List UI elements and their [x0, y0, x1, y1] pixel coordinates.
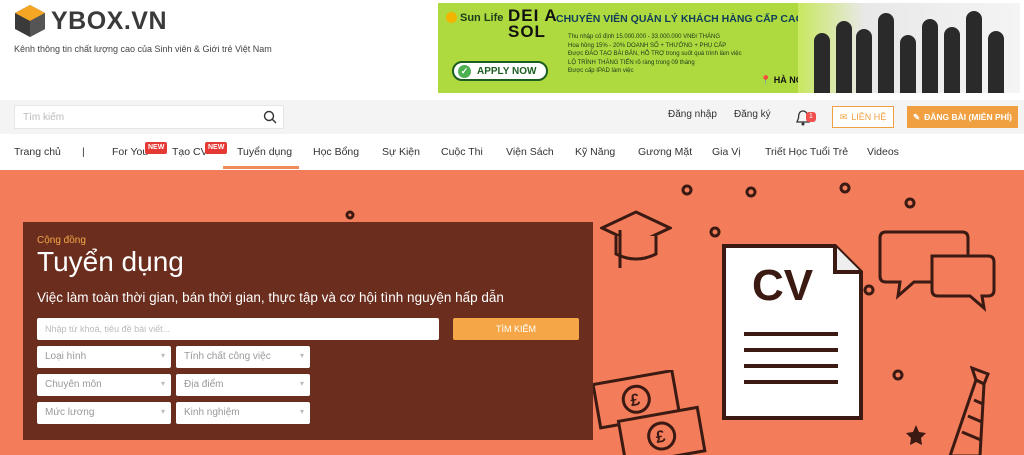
top-header: YBOX.VN Kênh thông tin chất lượng cao củ… [0, 0, 1024, 100]
filter-specialty[interactable]: Chuyên môn ▾ [37, 374, 171, 396]
chevron-down-icon: ▾ [160, 379, 165, 388]
active-tab-indicator [223, 166, 299, 169]
ad-title: CHUYÊN VIÊN QUẢN LÝ KHÁCH HÀNG CẤP CAO [556, 13, 804, 25]
graduation-cap-icon [600, 210, 672, 268]
brand-name: YBOX.VN [51, 6, 168, 35]
new-badge-for-you: NEW [145, 142, 168, 154]
nav-events[interactable]: Sự Kiện [382, 146, 420, 158]
filter-job-nature[interactable]: Tính chất công việc ▾ [176, 346, 310, 368]
box-logo-icon [15, 5, 45, 37]
nav-faces[interactable]: Gương Mặt [638, 146, 692, 158]
nav-spices[interactable]: Gia Vị [712, 146, 741, 158]
necktie-icon [948, 366, 990, 455]
category-label: Cộng đồng [37, 235, 86, 246]
ad-sponsor: Sun Life [446, 12, 503, 24]
money-bills-icon: £ £ [592, 370, 707, 455]
tagline: Kênh thông tin chất lượng cao của Sinh v… [14, 44, 272, 54]
hero-section: CV £ £ Cộng đồng Tuyển dụng Việc làm toà… [0, 170, 1024, 455]
login-link[interactable]: Đăng nhập [668, 109, 717, 120]
logo[interactable]: YBOX.VN [14, 4, 167, 38]
page-subtitle: Việc làm toàn thời gian, bán thời gian, … [37, 290, 504, 305]
cv-document-icon: CV [722, 244, 863, 420]
nav-skills[interactable]: Kỹ Năng [575, 146, 615, 158]
contact-button[interactable]: ✉ LIÊN HỆ [832, 106, 894, 128]
chevron-down-icon: ▾ [160, 351, 165, 360]
chat-bubbles-icon [878, 230, 996, 312]
svg-text:CV: CV [752, 261, 814, 310]
ad-details: Thu nhập cố định 15.000.000 - 33.000.000… [568, 34, 742, 74]
ad-banner[interactable]: Sun Life DEI A SOL CHUYÊN VIÊN QUẢN LÝ KH… [438, 3, 1020, 93]
filter-experience[interactable]: Kinh nghiệm ▾ [176, 402, 310, 424]
post-free-button[interactable]: ✎ ĐĂNG BÀI (MIỄN PHÍ) [907, 106, 1018, 128]
search-panel: Cộng đồng Tuyển dụng Việc làm toàn thời … [23, 222, 593, 440]
nav-divider: | [82, 146, 85, 158]
filter-job-type[interactable]: Loại hình ▾ [37, 346, 171, 368]
chevron-down-icon: ▾ [299, 351, 304, 360]
search-input[interactable]: Tìm kiếm [14, 105, 284, 129]
chevron-down-icon: ▾ [160, 407, 165, 416]
location-pin-icon: 📍 [760, 75, 772, 85]
ad-brand: DEI A SOL [508, 6, 558, 41]
nav-create-cv[interactable]: Tạo CV [172, 146, 208, 158]
nav-philosophy[interactable]: Triết Học Tuổi Trẻ [765, 146, 848, 158]
nav-recruitment[interactable]: Tuyển dụng [237, 146, 292, 158]
new-badge-create-cv: NEW [205, 142, 228, 154]
apply-now-button[interactable]: ✓ APPLY NOW [452, 61, 548, 81]
nav-for-you[interactable]: For You [112, 146, 148, 158]
page-title: Tuyển dụng [37, 246, 184, 277]
register-link[interactable]: Đăng ký [734, 109, 771, 120]
filter-salary[interactable]: Mức lương ▾ [37, 402, 171, 424]
check-icon: ✓ [458, 64, 471, 78]
chevron-down-icon: ▾ [299, 379, 304, 388]
edit-icon: ✎ [913, 111, 921, 122]
nav-home[interactable]: Trang chủ [14, 146, 61, 158]
nav-scholarship[interactable]: Học Bổng [313, 146, 359, 158]
ad-people-photo [798, 3, 1020, 93]
nav-videos[interactable]: Videos [867, 146, 899, 158]
chevron-down-icon: ▾ [299, 407, 304, 416]
notification-badge: 1 [806, 112, 816, 122]
sun-icon [446, 12, 457, 23]
filter-location[interactable]: Địa điểm ▾ [176, 374, 310, 396]
nav-contests[interactable]: Cuộc Thi [441, 146, 483, 158]
search-button[interactable]: TÌM KIẾM [453, 318, 579, 340]
search-icon[interactable] [263, 110, 277, 124]
keyword-search-input[interactable]: Nhập từ khoá, tiêu đề bài viết... [37, 318, 439, 340]
mail-icon: ✉ [839, 111, 848, 122]
nav-books[interactable]: Viện Sách [506, 146, 554, 158]
